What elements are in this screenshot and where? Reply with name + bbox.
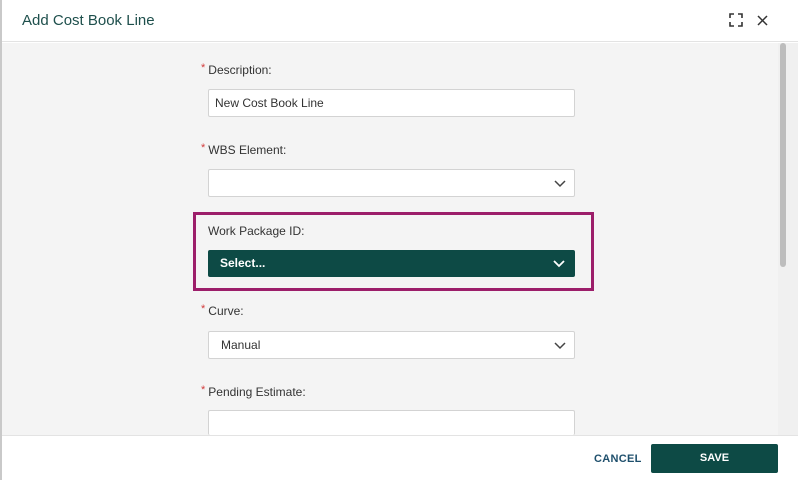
curve-value: Manual (221, 338, 261, 352)
required-marker: * (201, 384, 206, 396)
scrollbar-thumb[interactable] (780, 43, 786, 267)
curve-select[interactable]: Manual (208, 331, 575, 359)
work-package-id-select[interactable]: Select... (208, 250, 575, 277)
wbs-element-select[interactable] (208, 169, 575, 197)
save-button[interactable]: SAVE (651, 444, 778, 473)
dialog-footer: CANCEL SAVE (2, 435, 798, 480)
work-package-id-label: Work Package ID: (208, 224, 305, 238)
expand-icon[interactable] (726, 10, 746, 30)
pending-estimate-field[interactable] (208, 410, 575, 435)
description-field[interactable]: New Cost Book Line (208, 89, 575, 117)
chevron-down-icon (553, 260, 565, 268)
dialog-title: Add Cost Book Line (22, 12, 155, 29)
description-label: * Description: (201, 62, 272, 77)
curve-label: * Curve: (201, 303, 244, 318)
wbs-element-label: * WBS Element: (201, 142, 287, 157)
pending-estimate-label: * Pending Estimate: (201, 384, 306, 399)
work-package-id-value: Select... (220, 256, 266, 270)
chevron-down-icon (554, 180, 566, 188)
cancel-button[interactable]: CANCEL (594, 453, 642, 465)
required-marker: * (201, 303, 206, 315)
required-marker: * (201, 62, 206, 74)
dialog-header: Add Cost Book Line (2, 0, 798, 42)
chevron-down-icon (554, 342, 566, 350)
close-icon[interactable] (752, 10, 772, 30)
scrollbar[interactable] (778, 43, 798, 435)
add-cost-book-line-dialog: Add Cost Book Line * Description: New Cos… (0, 0, 798, 480)
required-marker: * (201, 142, 206, 154)
